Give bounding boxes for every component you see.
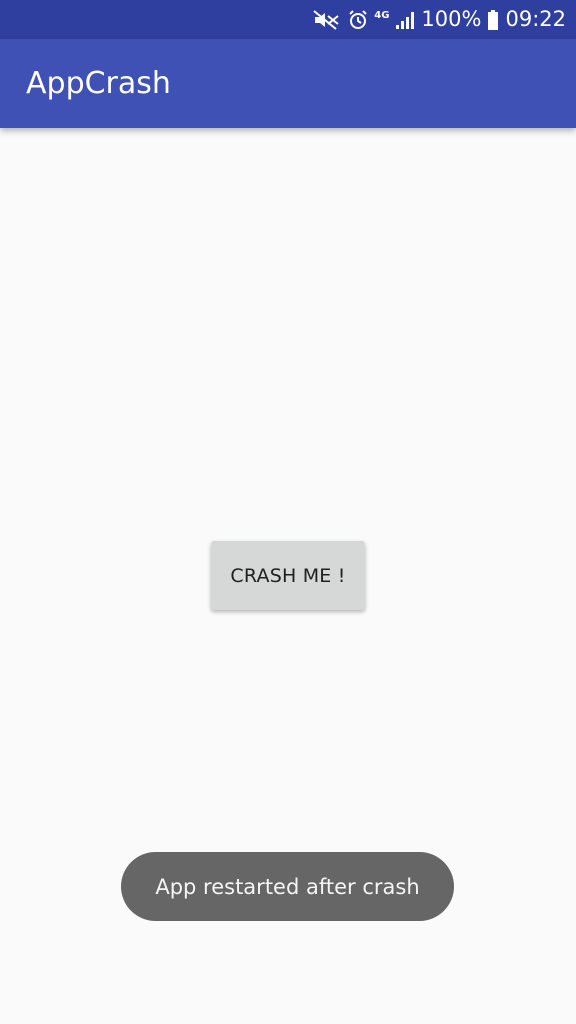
status-bar: 4G 100% 09:22 (0, 0, 576, 39)
toast: App restarted after crash (121, 852, 454, 921)
alarm-icon (348, 9, 368, 31)
battery-icon (487, 9, 499, 30)
toast-message: App restarted after crash (155, 874, 420, 899)
battery-percent: 100% (421, 7, 482, 31)
app-screen: 4G 100% 09:22 AppCrash CRASH ME ! App re… (0, 0, 576, 1024)
signal-icon (395, 10, 415, 30)
app-title: AppCrash (26, 66, 171, 101)
status-icons: 4G 100% 09:22 (312, 0, 566, 39)
network-4g-icon: 4G (374, 9, 390, 21)
mute-icon (312, 9, 342, 31)
app-bar: AppCrash (0, 39, 576, 128)
crash-me-button[interactable]: CRASH ME ! (211, 541, 365, 610)
status-time: 09:22 (505, 7, 566, 31)
